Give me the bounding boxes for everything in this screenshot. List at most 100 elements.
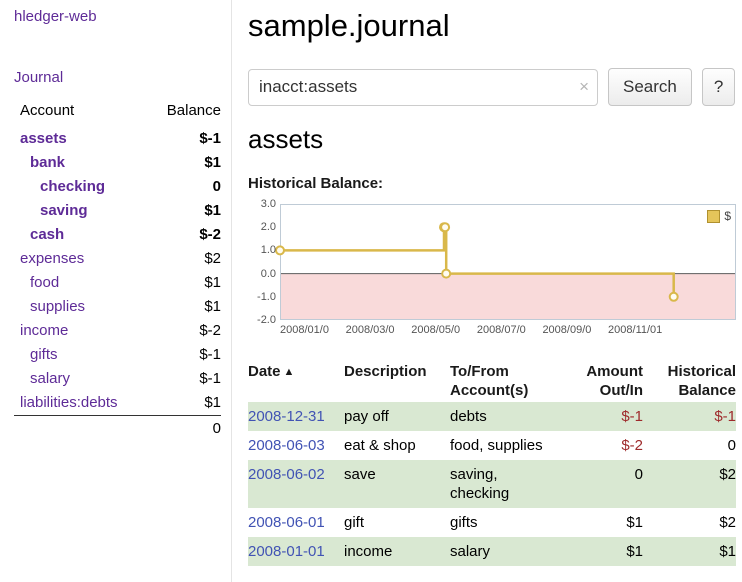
x-axis-label: 2008/09/0 — [542, 324, 591, 336]
transaction-date-link[interactable]: 2008-12-31 — [248, 408, 325, 425]
transaction-amount: $1 — [550, 537, 643, 566]
x-axis-label: 2008/11/01 — [608, 324, 662, 336]
account-balance: 0 — [150, 175, 221, 199]
balance-chart: $ 3.02.01.00.0-1.0-2.02008/01/02008/03/0… — [248, 204, 738, 342]
account-balance: $1 — [150, 199, 221, 223]
transaction-date-link[interactable]: 2008-06-03 — [248, 437, 325, 454]
account-balance: $-1 — [150, 367, 221, 391]
search-button[interactable]: Search — [608, 68, 692, 106]
account-row: assets$-1 — [14, 127, 221, 151]
account-name-cell: liabilities:debts — [14, 391, 150, 416]
help-button[interactable]: ? — [702, 68, 735, 106]
account-row: bank$1 — [14, 151, 221, 175]
account-link-bank[interactable]: bank — [30, 154, 65, 172]
legend-label: $ — [724, 209, 731, 223]
account-balance: $2 — [150, 247, 221, 271]
search-input[interactable] — [248, 69, 598, 106]
transaction-accounts: debts — [450, 402, 550, 431]
transaction-date-cell: 2008-01-01 — [248, 537, 344, 566]
transaction-balance: $1 — [643, 537, 736, 566]
account-link-assets[interactable]: assets — [20, 130, 67, 148]
register-row: 2008-06-02savesaving, checking0$2 — [248, 460, 736, 508]
y-axis-label: 0.0 — [248, 267, 276, 281]
account-name-cell: supplies — [14, 295, 150, 319]
account-name-cell: income — [14, 319, 150, 343]
legend-swatch — [707, 210, 720, 223]
account-name-cell: assets — [14, 127, 150, 151]
chart-label: Historical Balance: — [248, 175, 738, 192]
account-row: cash $-2 — [14, 223, 221, 247]
accounts-total-row: 0 — [14, 416, 221, 439]
account-link-supplies[interactable]: supplies — [30, 298, 85, 316]
register-header-description: Description — [344, 360, 450, 402]
transaction-date-link[interactable]: 2008-06-02 — [248, 466, 325, 483]
account-link-liabilities-debts[interactable]: liabilities:debts — [20, 394, 118, 412]
search-box: × — [248, 69, 598, 106]
clear-search-icon[interactable]: × — [579, 77, 589, 97]
y-axis-label: -2.0 — [248, 313, 276, 327]
accounts-header-balance: Balance — [150, 102, 221, 127]
register-header-amount: Amount Out/In — [550, 360, 643, 402]
x-axis-label: 2008/01/0 — [280, 324, 329, 336]
account-name-cell: food — [14, 271, 150, 295]
accounts-header-row: Account Balance — [14, 102, 221, 127]
register-table-body: 2008-12-31pay offdebts$-1$-12008-06-03ea… — [248, 402, 736, 566]
account-row: gifts$-1 — [14, 343, 221, 367]
x-axis-label: 2008/07/0 — [477, 324, 526, 336]
account-balance: $-2 — [150, 319, 221, 343]
transaction-accounts: saving, checking — [450, 460, 550, 508]
register-table: Date▲ Description To/From Account(s) Amo… — [248, 360, 736, 566]
register-row: 2008-01-01incomesalary$1$1 — [248, 537, 736, 566]
transaction-balance: 0 — [643, 431, 736, 460]
transaction-amount: $-2 — [550, 431, 643, 460]
accounts-table: Account Balance assets$-1bank$1checking0… — [14, 102, 221, 438]
account-balance: $1 — [150, 271, 221, 295]
register-header-row: Date▲ Description To/From Account(s) Amo… — [248, 360, 736, 402]
transaction-date-cell: 2008-06-03 — [248, 431, 344, 460]
transaction-date-link[interactable]: 2008-01-01 — [248, 543, 325, 560]
account-link-cash[interactable]: cash — [30, 226, 64, 244]
app-title-link[interactable]: hledger-web — [14, 8, 97, 25]
transaction-balance: $-1 — [643, 402, 736, 431]
transaction-amount: $1 — [550, 508, 643, 537]
account-link-income[interactable]: income — [20, 322, 68, 340]
account-row: saving $1 — [14, 199, 221, 223]
transaction-balance: $2 — [643, 460, 736, 508]
account-name-cell: salary — [14, 367, 150, 391]
transaction-description: eat & shop — [344, 431, 450, 460]
transaction-description: pay off — [344, 402, 450, 431]
account-link-saving[interactable]: saving — [40, 202, 88, 220]
accounts-table-body: assets$-1bank$1checking0saving$1cash$-2e… — [14, 127, 221, 416]
account-row: food $1 — [14, 271, 221, 295]
main-content: sample.journal × Search ? assets Histori… — [232, 0, 742, 582]
sidebar-item-journal[interactable]: Journal — [14, 69, 63, 86]
account-link-gifts[interactable]: gifts — [30, 346, 58, 364]
transaction-description: income — [344, 537, 450, 566]
register-row: 2008-06-01giftgifts$1$2 — [248, 508, 736, 537]
account-link-checking[interactable]: checking — [40, 178, 105, 196]
account-row: supplies$1 — [14, 295, 221, 319]
account-balance: $-2 — [150, 223, 221, 247]
transaction-amount: $-1 — [550, 402, 643, 431]
search-form: × Search ? — [248, 68, 738, 106]
account-link-food[interactable]: food — [30, 274, 59, 292]
register-header-balance: Historical Balance — [643, 360, 736, 402]
transaction-amount: 0 — [550, 460, 643, 508]
account-link-salary[interactable]: salary — [30, 370, 70, 388]
page-title: sample.journal — [248, 8, 738, 44]
transaction-date-link[interactable]: 2008-06-01 — [248, 514, 325, 531]
account-link-expenses[interactable]: expenses — [20, 250, 84, 268]
transaction-balance: $2 — [643, 508, 736, 537]
account-row: salary $-1 — [14, 367, 221, 391]
y-axis-label: 1.0 — [248, 243, 276, 257]
register-row: 2008-12-31pay offdebts$-1$-1 — [248, 402, 736, 431]
date-header-label: Date — [248, 363, 281, 380]
account-row: expenses $2 — [14, 247, 221, 271]
x-axis-label: 2008/03/0 — [346, 324, 395, 336]
transaction-accounts: salary — [450, 537, 550, 566]
accounts-total-value: 0 — [14, 416, 221, 439]
x-axis-label: 2008/05/0 — [411, 324, 460, 336]
register-header-date[interactable]: Date▲ — [248, 360, 344, 402]
transaction-date-cell: 2008-12-31 — [248, 402, 344, 431]
transaction-date-cell: 2008-06-01 — [248, 508, 344, 537]
